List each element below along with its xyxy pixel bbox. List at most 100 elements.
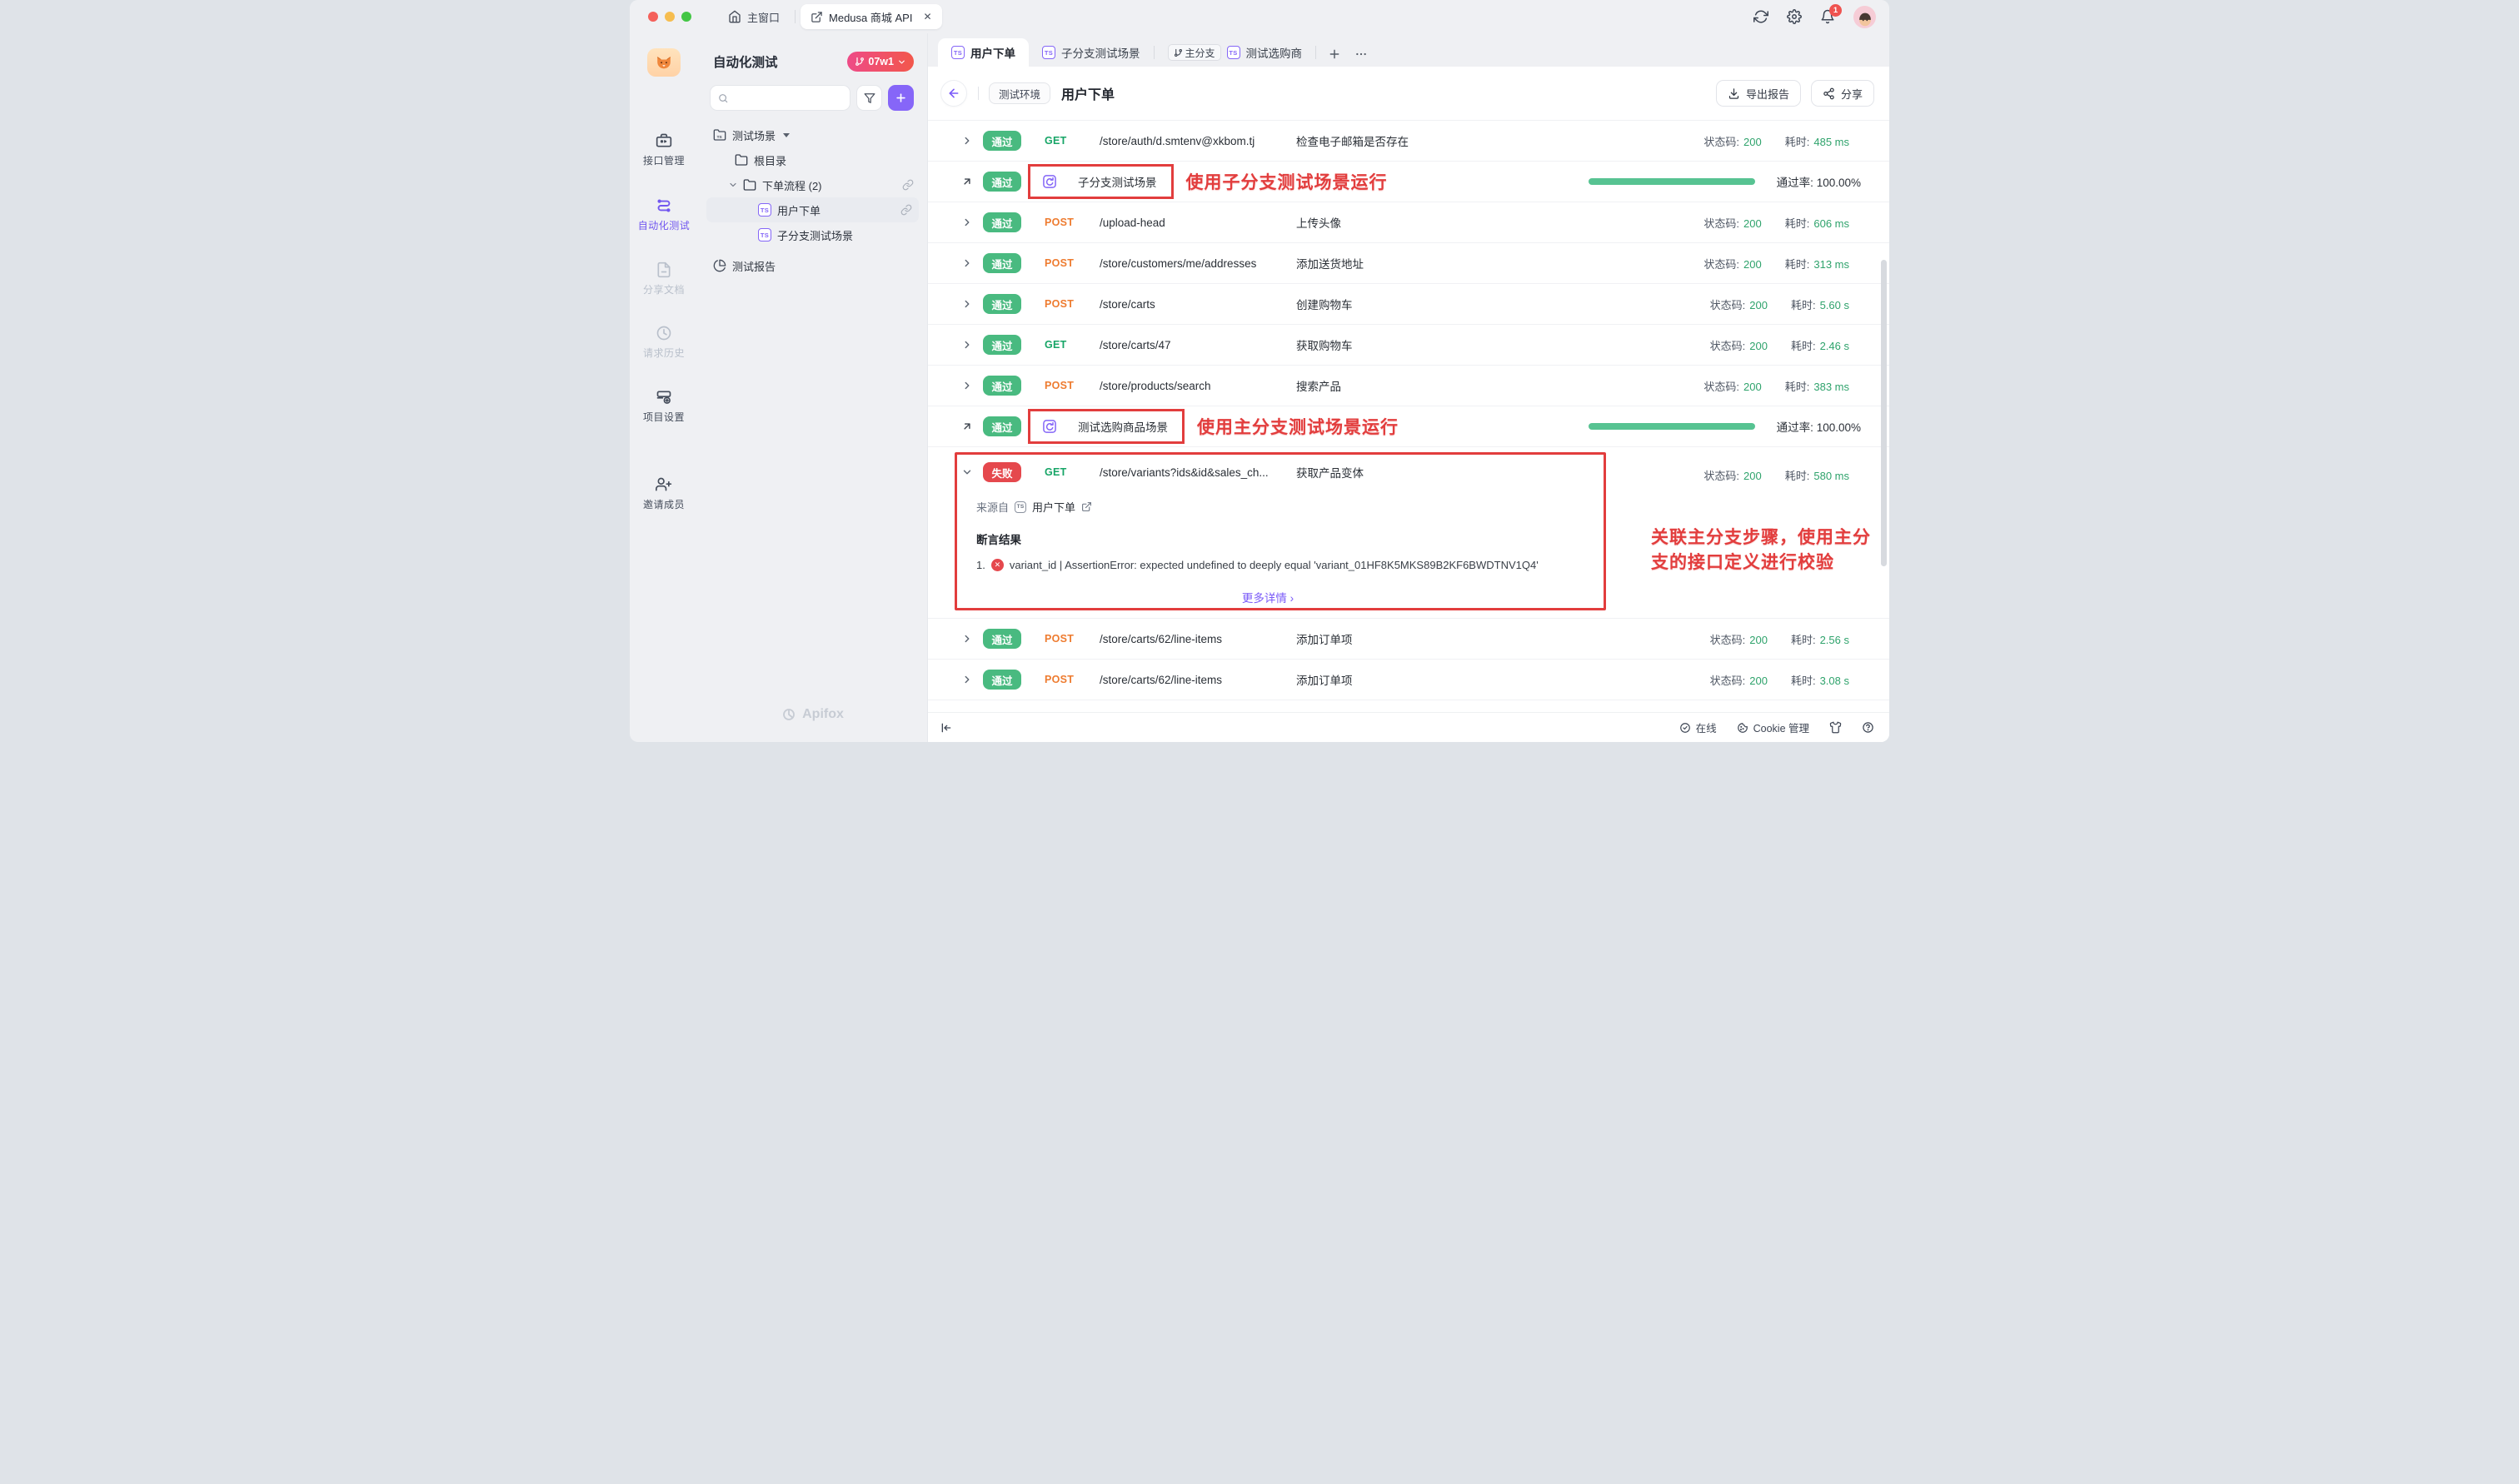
step-row[interactable]: 通过 POST /store/products/search 搜索产品 状态码:… bbox=[928, 366, 1889, 406]
status-code-value: 200 bbox=[1749, 634, 1768, 646]
tree-item-sub-branch-scenario[interactable]: TS 子分支测试场景 bbox=[698, 222, 927, 247]
tab-main-branch-scenario[interactable]: 主分支 TS 测试选购商 bbox=[1155, 38, 1316, 67]
cookie-manager-button[interactable]: Cookie 管理 bbox=[1737, 720, 1809, 735]
refresh-icon[interactable] bbox=[1753, 9, 1768, 24]
fox-logo-icon bbox=[655, 53, 673, 72]
request-path: /store/products/search bbox=[1100, 380, 1296, 392]
failed-step-row-expanded[interactable]: 失败 GET /store/variants?ids&id&sales_ch..… bbox=[928, 447, 1889, 619]
scrollbar-thumb[interactable] bbox=[1881, 260, 1887, 566]
open-external-icon[interactable] bbox=[1081, 501, 1092, 512]
export-report-button[interactable]: 导出报告 bbox=[1716, 80, 1801, 107]
chevron-down-icon[interactable] bbox=[728, 180, 738, 190]
tree-item-test-reports[interactable]: 测试报告 bbox=[698, 253, 927, 278]
more-details-link[interactable]: 更多详情 › bbox=[928, 589, 1608, 605]
time-label: 耗时: bbox=[1791, 299, 1816, 311]
chevron-right-icon[interactable] bbox=[961, 257, 980, 269]
help-icon[interactable] bbox=[1862, 721, 1874, 734]
main-window-tab[interactable]: 主窗口 bbox=[718, 4, 790, 29]
arrow-left-icon bbox=[947, 87, 960, 100]
collapse-sidebar-icon[interactable] bbox=[940, 721, 953, 735]
chevron-right-icon[interactable] bbox=[961, 217, 980, 228]
app-logo[interactable] bbox=[647, 48, 681, 77]
scenario-step-row[interactable]: 通过 测试选购商品场景 使用主分支测试场景运行 通过率: 100.00% bbox=[928, 406, 1889, 447]
window-controls bbox=[648, 12, 691, 22]
annotation-line: 关联主分支步骤，使用主分 bbox=[1651, 525, 1889, 550]
assertion-failed-icon: ✕ bbox=[991, 559, 1004, 571]
branch-selector[interactable]: 07w1 bbox=[847, 52, 914, 72]
time-label: 耗时: bbox=[1785, 470, 1810, 482]
close-tab-icon[interactable]: ✕ bbox=[923, 11, 931, 22]
sidebar-item-shared-docs[interactable]: 分享文档 bbox=[630, 261, 698, 296]
sidebar-item-api-management[interactable]: 接口管理 bbox=[630, 132, 698, 167]
search-input[interactable] bbox=[733, 91, 842, 105]
tshirt-theme-icon[interactable] bbox=[1829, 721, 1842, 734]
notifications-button[interactable]: 1 bbox=[1820, 9, 1835, 24]
arrow-up-right-icon[interactable] bbox=[961, 176, 980, 187]
step-row[interactable]: 通过 POST /store/carts/62/line-items 添加订单项… bbox=[928, 619, 1889, 660]
link-icon[interactable] bbox=[900, 204, 912, 216]
status-code-value: 200 bbox=[1749, 340, 1768, 352]
step-row[interactable]: 通过 GET /store/carts/47 获取购物车 状态码:200耗时:2… bbox=[928, 325, 1889, 366]
tree-item-root-folder[interactable]: 根目录 bbox=[698, 147, 927, 172]
pass-progress-bar bbox=[1589, 178, 1755, 185]
tree-item-user-order[interactable]: TS 用户下单 bbox=[706, 197, 919, 222]
http-method: POST bbox=[1045, 633, 1100, 645]
tree-item-test-scenarios[interactable]: TS 测试场景 bbox=[698, 122, 927, 147]
http-method: GET bbox=[1045, 135, 1100, 147]
minimize-window-button[interactable] bbox=[665, 12, 675, 22]
tree-label: 子分支测试场景 bbox=[777, 227, 853, 243]
sidebar-item-invite-members[interactable]: 邀请成员 bbox=[630, 476, 698, 511]
pass-rate-label: 通过率: bbox=[1777, 177, 1813, 189]
status-badge: 通过 bbox=[983, 172, 1021, 192]
project-tab[interactable]: Medusa 商城 API ✕ bbox=[801, 4, 942, 29]
share-button[interactable]: 分享 bbox=[1811, 80, 1874, 107]
close-window-button[interactable] bbox=[648, 12, 658, 22]
time-label: 耗时: bbox=[1791, 634, 1816, 646]
environment-badge[interactable]: 测试环境 bbox=[989, 82, 1050, 104]
online-status[interactable]: 在线 bbox=[1679, 720, 1717, 735]
page-title: 用户下单 bbox=[1061, 83, 1115, 103]
assertion-message: variant_id | AssertionError: expected un… bbox=[1010, 559, 1539, 571]
step-row[interactable]: 通过 POST /store/customers/me/addresses 添加… bbox=[928, 243, 1889, 284]
step-row[interactable]: 通过 POST /store/carts 创建购物车 状态码:200耗时:5.6… bbox=[928, 284, 1889, 325]
step-row[interactable]: 通过 POST /store/carts/62/line-items 添加订单项… bbox=[928, 660, 1889, 700]
settings-gear-icon[interactable] bbox=[1787, 9, 1802, 24]
step-row[interactable]: 通过 POST /upload-head 上传头像 状态码:200耗时:606 … bbox=[928, 202, 1889, 243]
sidebar-item-automated-testing[interactable]: 自动化测试 bbox=[630, 197, 698, 232]
assertion-index: 1. bbox=[976, 559, 985, 571]
chevron-right-icon[interactable] bbox=[961, 339, 980, 351]
more-tabs-button[interactable] bbox=[1353, 47, 1379, 61]
chevron-down-icon[interactable] bbox=[961, 466, 980, 478]
step-name: 添加订单项 bbox=[1296, 671, 1353, 688]
chevron-right-icon[interactable] bbox=[961, 380, 980, 391]
chevron-right-icon[interactable] bbox=[961, 633, 980, 645]
user-avatar[interactable] bbox=[1853, 6, 1876, 28]
chevron-right-icon[interactable] bbox=[961, 674, 980, 685]
status-code-value: 200 bbox=[1749, 299, 1768, 311]
filter-button[interactable] bbox=[856, 85, 882, 111]
source-label: 来源自 bbox=[976, 499, 1009, 515]
scenario-step-row[interactable]: 通过 子分支测试场景 使用子分支测试场景运行 通过率: 100.00% bbox=[928, 162, 1889, 202]
back-button[interactable] bbox=[941, 81, 966, 106]
time-value: 313 ms bbox=[1813, 258, 1849, 271]
sidebar-item-request-history[interactable]: 请求历史 bbox=[630, 325, 698, 360]
step-row[interactable]: 通过 GET /store/auth/d.smtenv@xkbom.tj 检查电… bbox=[928, 121, 1889, 162]
new-scenario-button[interactable] bbox=[888, 85, 914, 111]
link-icon[interactable] bbox=[902, 179, 914, 191]
rail-label: 请求历史 bbox=[643, 346, 685, 360]
source-scenario-name: 用户下单 bbox=[1032, 499, 1075, 515]
sidebar-item-project-settings[interactable]: 项目设置 bbox=[630, 389, 698, 424]
status-code-label: 状态码: bbox=[1703, 136, 1739, 148]
tab-sub-branch-scenario[interactable]: TS 子分支测试场景 bbox=[1029, 38, 1154, 67]
status-code-label: 状态码: bbox=[1703, 470, 1739, 482]
new-tab-button[interactable] bbox=[1316, 47, 1353, 61]
tab-user-order[interactable]: TS 用户下单 bbox=[938, 38, 1029, 67]
arrow-up-right-icon[interactable] bbox=[961, 421, 980, 432]
tree-item-order-flow-folder[interactable]: 下单流程 (2) bbox=[698, 172, 927, 197]
time-label: 耗时: bbox=[1791, 675, 1816, 687]
http-method: POST bbox=[1045, 217, 1100, 228]
zoom-window-button[interactable] bbox=[681, 12, 691, 22]
sidebar-title: 自动化测试 bbox=[713, 52, 778, 71]
chevron-right-icon[interactable] bbox=[961, 298, 980, 310]
chevron-right-icon[interactable] bbox=[961, 135, 980, 147]
